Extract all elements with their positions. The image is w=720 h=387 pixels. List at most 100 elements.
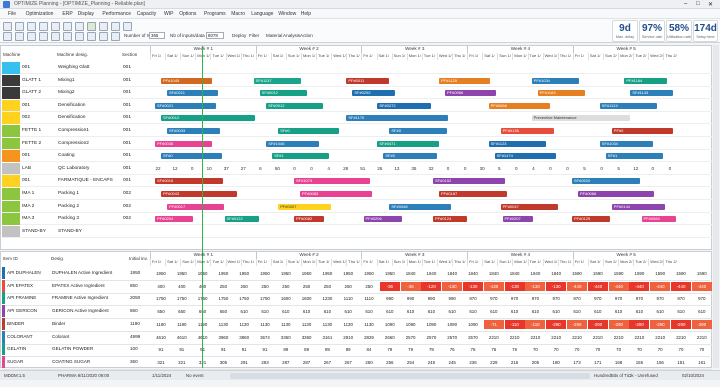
inventory-cell[interactable]: 2210: [650, 333, 670, 342]
inventory-cell[interactable]: 2210: [505, 333, 525, 342]
inventory-cell[interactable]: 610: [650, 307, 670, 316]
operation-bar[interactable]: SF#0048: [389, 203, 451, 210]
inventory-cell[interactable]: 2829: [359, 333, 379, 342]
toolbar-tab-analysis[interactable]: Analysis: [283, 33, 300, 38]
filter-icon[interactable]: [27, 32, 36, 41]
nb-inputs-input[interactable]: 8078: [206, 32, 224, 39]
operation-bar[interactable]: SF#1034: [599, 140, 653, 147]
inventory-cell[interactable]: 293: [255, 358, 275, 367]
inventory-cell[interactable]: 1950: [297, 269, 317, 278]
operation-bar[interactable]: PF#0017: [167, 203, 225, 210]
inventory-cell[interactable]: 990: [380, 294, 400, 303]
inventory-cell[interactable]: 1130: [359, 320, 379, 329]
inventory-cell[interactable]: 610: [234, 307, 254, 316]
inventory-cell[interactable]: -440: [671, 281, 691, 291]
inventory-cell[interactable]: 1950: [172, 269, 192, 278]
inventory-cell[interactable]: -130: [525, 281, 546, 291]
inventory-cell[interactable]: 1950: [255, 269, 275, 278]
inventory-cell[interactable]: 156: [650, 358, 670, 367]
inventory-cell[interactable]: 970: [629, 294, 649, 303]
chart-icon[interactable]: [123, 22, 132, 31]
menu-programs[interactable]: Programs: [204, 11, 226, 17]
inventory-cell[interactable]: 250: [255, 282, 275, 291]
operation-bar[interactable]: SF#0: [389, 128, 447, 134]
operation-bar[interactable]: PF#0066: [578, 191, 655, 197]
operation-bar[interactable]: SF#1124: [599, 102, 657, 109]
inventory-cell[interactable]: 1840: [401, 269, 421, 278]
inventory-cell[interactable]: 970: [525, 294, 545, 303]
inventory-cell[interactable]: 610: [338, 307, 358, 316]
operation-bar[interactable]: PF#0007: [278, 203, 332, 210]
inventory-cell[interactable]: 287: [297, 358, 317, 367]
inventory-cell[interactable]: 610: [421, 307, 441, 316]
inventory-cell[interactable]: 1590: [671, 269, 691, 278]
inventory-cell[interactable]: 990: [442, 294, 462, 303]
inventory-cell[interactable]: 610: [546, 307, 566, 316]
inventory-cell[interactable]: 1600: [297, 294, 317, 303]
move-icon[interactable]: [75, 32, 84, 41]
inventory-cell[interactable]: -110: [504, 319, 525, 329]
menu-file[interactable]: File: [8, 11, 16, 17]
minimize-icon[interactable]: –: [684, 1, 687, 7]
operation-bar[interactable]: SF#0: [383, 153, 437, 160]
merge-icon[interactable]: [99, 32, 108, 41]
inventory-cell[interactable]: 321: [172, 358, 192, 367]
operation-bar[interactable]: SF#1: [605, 153, 663, 160]
menu-macro[interactable]: Macro: [231, 11, 245, 17]
inventory-cell[interactable]: 79: [380, 345, 400, 354]
operation-bar[interactable]: SF#0520: [572, 178, 641, 185]
machine-desc-header[interactable]: Machine desig.: [57, 52, 88, 57]
inventory-cell[interactable]: 70: [629, 345, 649, 354]
inventory-cell[interactable]: 4610: [151, 333, 171, 342]
inventory-cell[interactable]: 70: [650, 345, 670, 354]
operation-bar[interactable]: SF#0152: [433, 178, 506, 185]
inventory-cell[interactable]: 70: [588, 345, 608, 354]
item-id-header[interactable]: Item ID: [3, 256, 18, 261]
operation-bar[interactable]: PF#0966: [445, 90, 496, 97]
inventory-cell[interactable]: 89: [276, 345, 296, 354]
inventory-grid[interactable]: Item ID Desig Initial inv. API DUPHALEN D…: [0, 251, 712, 370]
operation-bar[interactable]: PF#1164: [624, 77, 668, 84]
machine-row[interactable]: FETTE 1 Compression1 001: [2, 125, 712, 137]
inventory-cell[interactable]: 970: [505, 294, 525, 303]
lock-icon[interactable]: [63, 32, 72, 41]
inventory-cell[interactable]: 1950: [213, 269, 233, 278]
inventory-cell[interactable]: 4610: [172, 333, 192, 342]
inventory-cell[interactable]: -290: [546, 319, 567, 329]
machine-row[interactable]: 001 Weighing Glatt 001: [2, 62, 712, 74]
inventory-cell[interactable]: 256: [380, 358, 400, 367]
inventory-cell[interactable]: 1950: [317, 269, 337, 278]
inventory-row[interactable]: SUGARCOATING SUGAR3603213213213052912932…: [2, 355, 712, 370]
inventory-cell[interactable]: 1190: [151, 320, 171, 329]
menu-optimization[interactable]: Optimization: [26, 11, 54, 17]
inventory-cell[interactable]: 610: [463, 307, 483, 316]
operation-bar[interactable]: PF#1125: [439, 77, 490, 84]
inventory-cell[interactable]: 1840: [546, 269, 566, 278]
inventory-cell[interactable]: 291: [234, 358, 254, 367]
inventory-cell[interactable]: 89: [297, 345, 317, 354]
inventory-cell[interactable]: 610: [484, 307, 504, 316]
operation-bar[interactable]: PF#0082: [294, 216, 325, 223]
inventory-cell[interactable]: 970: [671, 294, 691, 303]
inventory-cell[interactable]: 400: [151, 282, 171, 291]
inventory-cell[interactable]: 610: [505, 307, 525, 316]
inventory-cell[interactable]: 76: [484, 345, 504, 354]
operation-bar[interactable]: PF#1045: [161, 77, 212, 84]
inventory-cell[interactable]: 2210: [567, 333, 587, 342]
inventory-cell[interactable]: 250: [213, 282, 233, 291]
inventory-cell[interactable]: 2210: [692, 333, 712, 342]
inventory-cell[interactable]: 2210: [671, 333, 691, 342]
operation-bar[interactable]: PF#0124: [433, 216, 468, 223]
inventory-cell[interactable]: -290: [567, 319, 587, 329]
inventory-cell[interactable]: 2570: [463, 333, 483, 342]
inventory-cell[interactable]: 1950: [380, 269, 400, 278]
inventory-cell[interactable]: -290: [650, 319, 671, 329]
inventory-cell[interactable]: 205: [525, 358, 545, 367]
operation-bar[interactable]: SF#0012: [161, 115, 255, 122]
gantt-icon[interactable]: [15, 32, 24, 41]
inventory-cell[interactable]: 2570: [442, 333, 462, 342]
inventory-cell[interactable]: -130: [442, 281, 463, 291]
toolbar-tab-filter[interactable]: Filter: [249, 33, 259, 38]
inventory-cell[interactable]: 216: [505, 358, 525, 367]
operation-bar[interactable]: PF#1034: [531, 77, 579, 84]
